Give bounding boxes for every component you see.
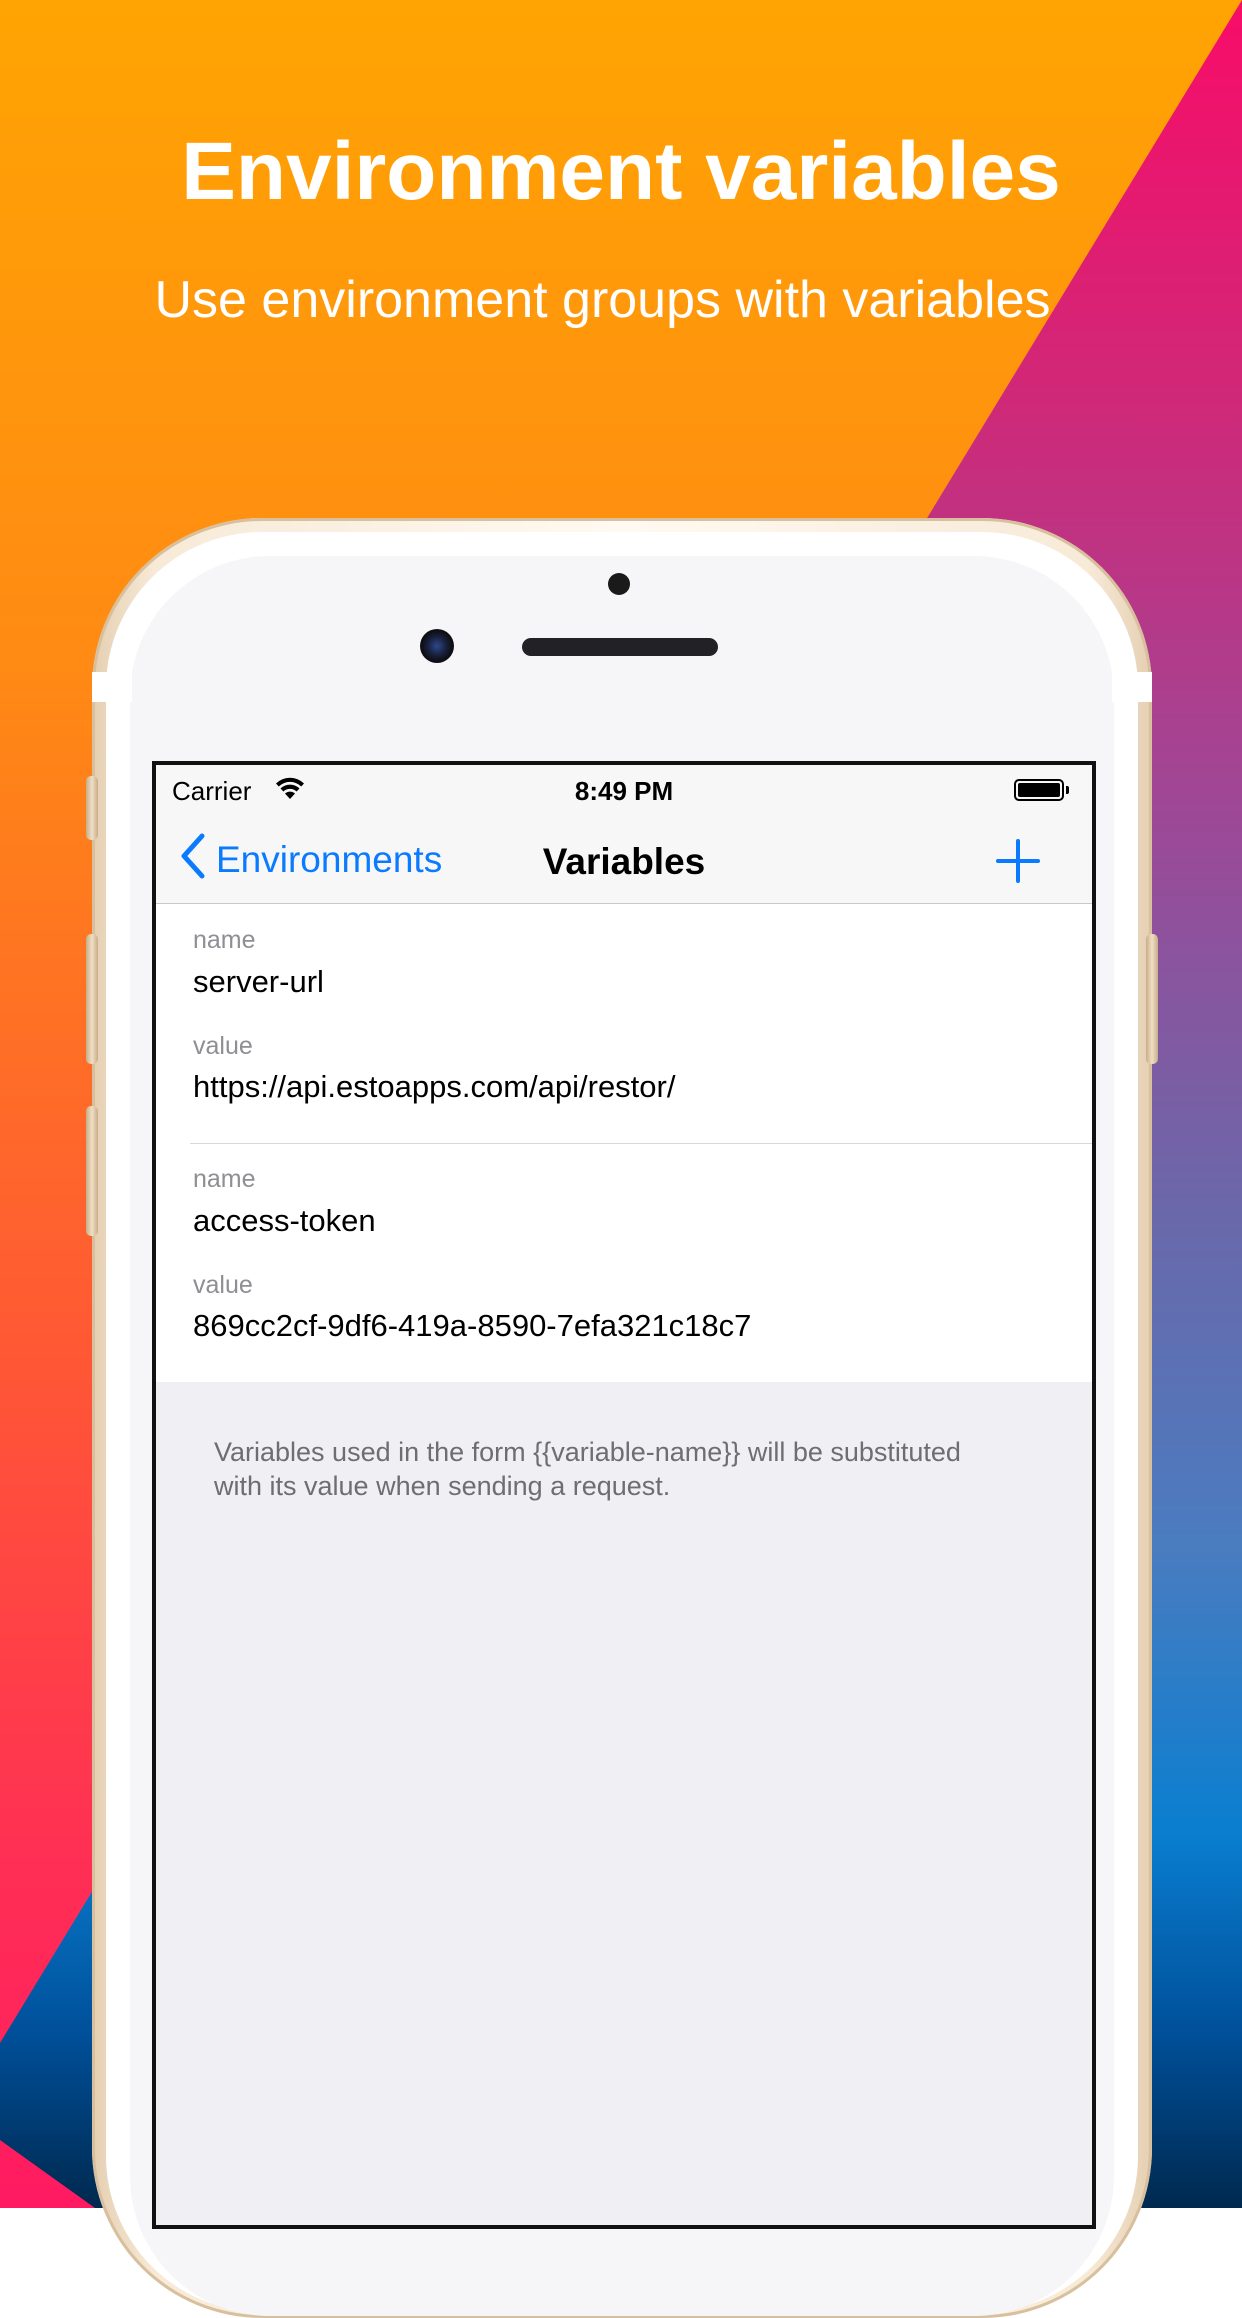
status-time: 8:49 PM (574, 776, 674, 806)
mute-switch (86, 776, 98, 840)
variable-value: https://api.estoapps.com/api/restor/ (193, 1069, 676, 1104)
marketing-subheadline: Use environment groups with variables (154, 271, 1051, 329)
variable-name-value: access-token (193, 1203, 376, 1238)
variable-cell[interactable]: name access-token value 869cc2cf-9df6-41… (156, 1143, 1092, 1382)
variables-list: name server-url value https://api.estoap… (156, 904, 1092, 1382)
battery-level-fill (1018, 783, 1060, 797)
antenna-band (92, 672, 132, 702)
navigation-bar: Environments Variables (156, 815, 1092, 904)
status-bar: Carrier 8:49 PM (156, 765, 1092, 815)
add-variable-button[interactable] (994, 837, 1042, 885)
proximity-sensor (608, 573, 630, 595)
battery-tip (1066, 786, 1069, 794)
variable-name-value: server-url (193, 964, 324, 999)
volume-up-button (86, 934, 98, 1064)
earpiece-speaker (522, 638, 718, 656)
battery-icon (1014, 779, 1064, 801)
plus-icon (994, 839, 1042, 889)
variable-value-label: value (193, 1032, 253, 1060)
variable-value-label: value (193, 1271, 253, 1299)
marketing-headline: Environment variables (181, 126, 1061, 217)
variable-name-label: name (193, 1165, 256, 1193)
page-title: Variables (542, 841, 706, 882)
variable-cell[interactable]: name server-url value https://api.estoap… (156, 904, 1092, 1143)
front-camera (420, 629, 454, 663)
variable-name-label: name (193, 926, 256, 954)
variable-value: 869cc2cf-9df6-419a-8590-7efa321c18c7 (193, 1308, 752, 1343)
app-screen: Carrier 8:49 PM Environments Variables n… (152, 761, 1096, 2229)
power-button (1146, 934, 1158, 1064)
antenna-band (1112, 672, 1152, 702)
variables-footer-note: Variables used in the form {{variable-na… (214, 1437, 961, 1501)
volume-down-button (86, 1106, 98, 1236)
